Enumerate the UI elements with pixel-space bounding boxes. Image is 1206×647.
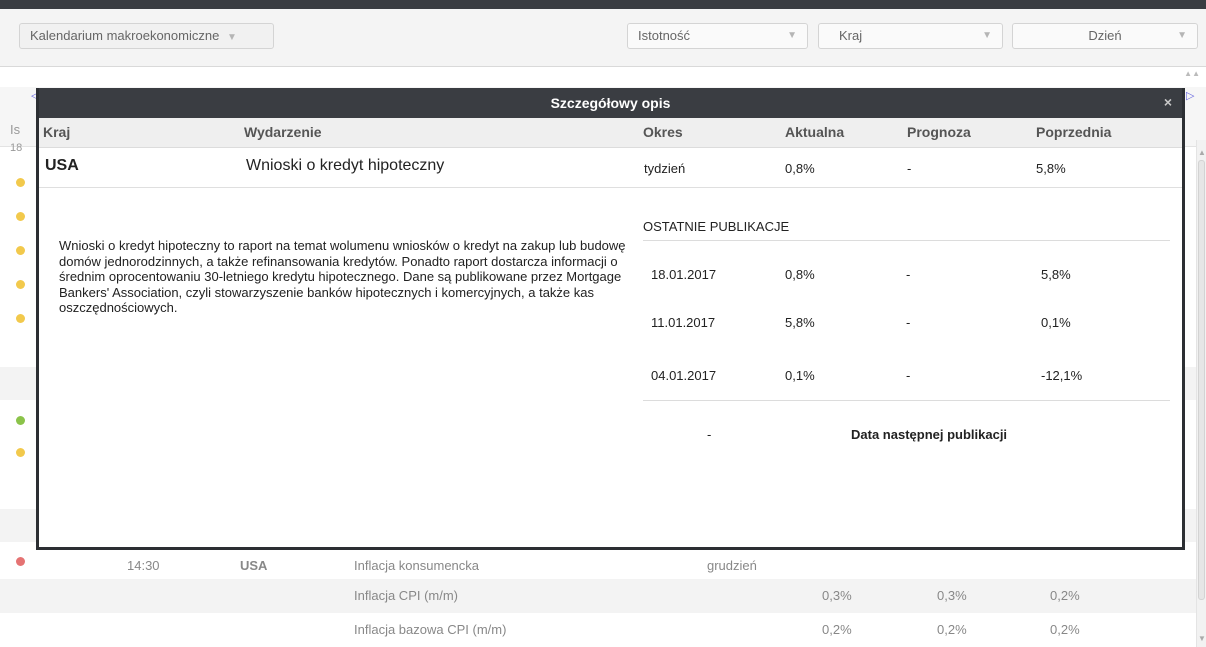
importance-select-label: Istotność (638, 28, 691, 43)
row-actual: 0,2% (822, 622, 852, 637)
importance-dot-icon (16, 416, 25, 425)
publication-date: 11.01.2017 (651, 315, 716, 330)
importance-dot-icon (16, 314, 25, 323)
event-previous: 5,8% (1036, 161, 1066, 176)
event-description: Wnioski o kredyt hipoteczny to raport na… (59, 238, 626, 316)
importance-dot-icon (16, 280, 25, 289)
table-row[interactable]: Inflacja CPI (m/m) 0,3% 0,3% 0,2% (0, 579, 1196, 613)
row-event: Inflacja konsumencka (354, 558, 480, 573)
column-header-partial: Is (10, 122, 21, 137)
next-arrow-icon[interactable]: ▷ (1186, 89, 1194, 102)
publication-row: 18.01.2017 0,8% - 5,8% (643, 267, 1170, 291)
header-previous: Poprzednia (1036, 124, 1112, 140)
event-summary-row: USA Wnioski o kredyt hipoteczny tydzień … (39, 148, 1182, 188)
importance-dot-icon (16, 448, 25, 457)
header-actual: Aktualna (785, 124, 845, 140)
day-select[interactable]: Dzień ▼ (1012, 23, 1198, 49)
event-forecast: - (907, 161, 912, 176)
publication-actual: 0,1% (785, 368, 815, 383)
chevron-down-icon: ▼ (226, 32, 237, 43)
day-select-label: Dzień (1088, 28, 1122, 43)
publication-row: 11.01.2017 5,8% - 0,1% (643, 315, 1170, 339)
event-actual: 0,8% (785, 161, 815, 176)
chevron-down-icon: ▼ (982, 30, 992, 41)
importance-select[interactable]: Istotność ▼ (627, 23, 808, 49)
publication-forecast: - (906, 267, 911, 282)
chevron-down-icon: ▼ (1177, 30, 1187, 41)
importance-dot-icon (16, 246, 25, 255)
country-select-label: Kraj (839, 28, 863, 43)
next-publication-label: Data następnej publikacji (851, 427, 1008, 442)
header-country: Kraj (43, 124, 71, 140)
filter-toolbar: Kalendarium makroekonomiczne ▼ Istotność… (0, 9, 1206, 78)
publication-row: 04.01.2017 0,1% - -12,1% (643, 368, 1170, 392)
row-actual: 0,3% (822, 588, 852, 603)
publication-forecast: - (906, 315, 911, 330)
divider (643, 400, 1170, 401)
vertical-scrollbar[interactable]: ▲ ▼ (1196, 140, 1206, 647)
divider (643, 240, 1170, 241)
details-modal: Szczegółowy opis × Kraj Wydarzenie Okres… (36, 88, 1185, 550)
importance-dot-icon (16, 178, 25, 187)
publication-actual: 0,8% (785, 267, 815, 282)
close-icon[interactable]: × (1164, 88, 1172, 116)
recent-publications-label: OSTATNIE PUBLIKACJE (643, 219, 790, 234)
modal-title: Szczegółowy opis (550, 95, 671, 111)
country-select[interactable]: Kraj ▼ (818, 23, 1003, 49)
publication-previous: 0,1% (1041, 315, 1071, 330)
calendar-type-select[interactable]: Kalendarium makroekonomiczne ▼ (19, 23, 274, 49)
table-row[interactable]: Inflacja bazowa CPI (m/m) 0,2% 0,2% 0,2% (0, 613, 1196, 647)
publication-actual: 5,8% (785, 315, 815, 330)
next-publication-date: - (707, 427, 712, 442)
header-period: Okres (643, 124, 683, 140)
row-country: USA (240, 558, 268, 573)
event-name: Wnioski o kredyt hipoteczny (246, 157, 445, 174)
modal-title-bar: Szczegółowy opis × (39, 88, 1182, 118)
event-country: USA (45, 157, 79, 174)
row-forecast: 0,3% (937, 588, 967, 603)
row-time: 14:30 (127, 558, 160, 573)
publication-date: 04.01.2017 (651, 368, 717, 383)
calendar-type-select-label: Kalendarium makroekonomiczne (30, 28, 220, 43)
event-period: tydzień (644, 161, 686, 176)
row-period: grudzień (707, 558, 757, 573)
header-forecast: Prognoza (907, 124, 971, 140)
publication-previous: 5,8% (1041, 267, 1071, 282)
row-event: Inflacja bazowa CPI (m/m) (354, 622, 507, 637)
row-previous: 0,2% (1050, 588, 1080, 603)
scroll-up-icon[interactable]: ▲ (1198, 148, 1206, 157)
top-bar (0, 0, 1206, 9)
row-forecast: 0,2% (937, 622, 967, 637)
row-event: Inflacja CPI (m/m) (354, 588, 459, 603)
importance-dot-icon (16, 212, 25, 221)
publication-date: 18.01.2017 (651, 267, 717, 282)
date-partial: 18 (10, 142, 23, 154)
modal-column-headers: Kraj Wydarzenie Okres Aktualna Prognoza … (39, 118, 1182, 148)
scrollbar-thumb[interactable] (1198, 160, 1205, 600)
header-event: Wydarzenie (244, 124, 322, 140)
publication-previous: -12,1% (1041, 368, 1083, 383)
row-previous: 0,2% (1050, 622, 1080, 637)
chevron-down-icon: ▼ (787, 30, 797, 41)
publication-forecast: - (906, 368, 911, 383)
table-row[interactable]: 14:30 USA Inflacja konsumencka grudzień (0, 549, 1196, 583)
scroll-down-icon[interactable]: ▼ (1198, 634, 1206, 643)
collapse-icon[interactable]: ▲▲ (1184, 69, 1200, 78)
